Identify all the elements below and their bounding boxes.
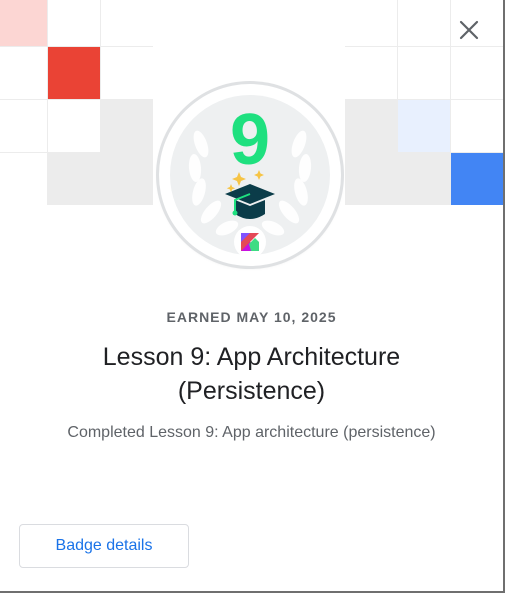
grid-cell-empty	[101, 153, 153, 205]
badge-dialog: 9 EARNED MAY 10, 2025 Lesson 9: App Arch…	[0, 0, 505, 593]
grid-cell	[451, 47, 503, 99]
grid-cell	[48, 100, 100, 152]
badge-title: Lesson 9: App Architecture (Persistence)	[102, 343, 401, 405]
grid-cell-pink	[0, 0, 47, 46]
achievement-badge: 9	[159, 84, 341, 266]
grid-cell	[0, 47, 47, 99]
grid-cell-empty	[398, 153, 450, 205]
grid-cell-empty	[345, 100, 397, 152]
close-icon[interactable]	[459, 20, 479, 40]
grid-cell-blue	[451, 153, 503, 205]
grid-cell	[398, 0, 450, 46]
grid-cell	[345, 0, 397, 46]
badge-details-button[interactable]: Badge details	[19, 524, 189, 568]
badge-description: Completed Lesson 9: App architecture (pe…	[67, 424, 436, 441]
badge-artwork: 9	[170, 95, 330, 258]
grid-cell-light-blue	[398, 100, 450, 152]
grid-cell	[0, 153, 47, 205]
grid-cell-red	[48, 47, 100, 99]
grid-cell	[101, 0, 153, 46]
grid-cell	[101, 47, 153, 99]
grid-cell-empty	[345, 153, 397, 205]
close-button[interactable]	[453, 14, 485, 46]
grid-cell-empty	[48, 153, 100, 205]
earned-date-label: EARNED MAY 10, 2025	[166, 309, 337, 325]
badge-number: 9	[230, 100, 270, 180]
grid-cell	[345, 47, 397, 99]
kotlin-logo-icon	[234, 226, 266, 258]
grid-cell-empty	[101, 100, 153, 152]
grid-cell	[48, 0, 100, 46]
grid-cell	[0, 100, 47, 152]
grid-cell	[451, 100, 503, 152]
grid-cell	[398, 47, 450, 99]
decorative-grid-left	[0, 0, 153, 205]
